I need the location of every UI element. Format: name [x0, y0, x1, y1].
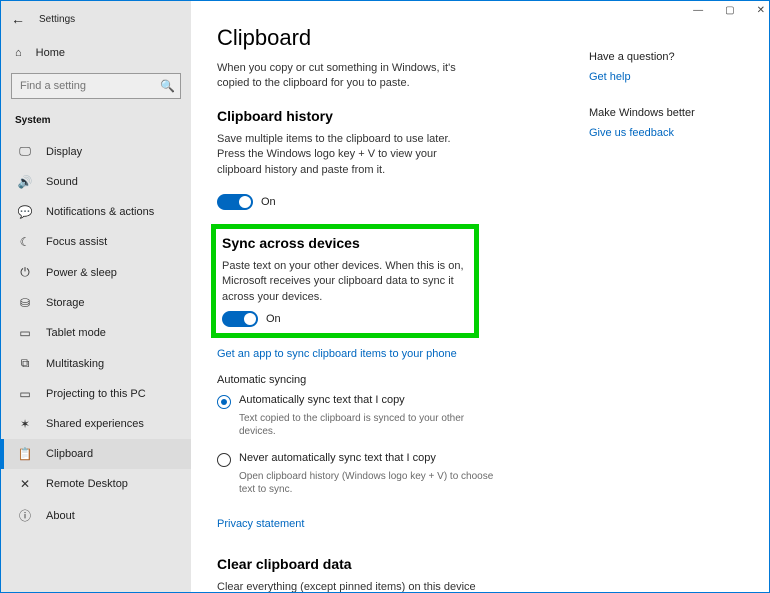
nav-icon: ⛁: [18, 296, 32, 310]
sync-app-link[interactable]: Get an app to sync clipboard items to yo…: [217, 348, 457, 360]
sidebar-item-about[interactable]: ⓘ About: [1, 499, 191, 532]
sidebar-item-label: Notifications & actions: [46, 206, 154, 218]
home-label: Home: [36, 47, 65, 59]
feedback-link[interactable]: Give us feedback: [589, 127, 759, 139]
sidebar-item-notifications-actions[interactable]: 💬 Notifications & actions: [1, 197, 191, 227]
nav-icon: 💬: [18, 205, 32, 219]
sync-desc: Paste text on your other devices. When t…: [222, 259, 468, 305]
nav-icon: ✶: [18, 417, 32, 431]
search-input[interactable]: [11, 73, 181, 99]
search-box[interactable]: 🔍: [11, 73, 181, 99]
aside: Have a question? Get help Make Windows b…: [589, 1, 769, 592]
sidebar-item-label: Display: [46, 146, 82, 158]
nav-icon: ✕: [18, 477, 32, 491]
sidebar-item-clipboard[interactable]: 📋 Clipboard: [1, 439, 191, 469]
sidebar-item-label: Power & sleep: [46, 267, 117, 279]
history-desc: Save multiple items to the clipboard to …: [217, 132, 477, 178]
sidebar-item-projecting-to-this-pc[interactable]: ▭ Projecting to this PC: [1, 379, 191, 409]
radio-never-sub: Open clipboard history (Windows logo key…: [239, 470, 499, 496]
sidebar-item-label: Tablet mode: [46, 327, 106, 339]
sidebar-item-multitasking[interactable]: ⧉ Multitasking: [1, 348, 191, 379]
section-label: System: [1, 109, 191, 136]
close-button[interactable]: ✕: [757, 5, 765, 16]
home-nav[interactable]: ⌂ Home: [1, 37, 191, 69]
nav-icon: 🔊: [18, 175, 32, 189]
sync-toggle-label: On: [266, 313, 281, 325]
sync-heading: Sync across devices: [222, 235, 468, 251]
history-toggle-label: On: [261, 196, 276, 208]
sidebar-item-label: Storage: [46, 297, 85, 309]
sidebar-item-shared-experiences[interactable]: ✶ Shared experiences: [1, 409, 191, 439]
sidebar-item-label: Shared experiences: [46, 418, 144, 430]
sidebar-item-label: Clipboard: [46, 448, 93, 460]
sidebar-item-label: About: [46, 510, 75, 522]
main-content: Clipboard When you copy or cut something…: [191, 1, 589, 592]
sidebar-item-tablet-mode[interactable]: ▭ Tablet mode: [1, 318, 191, 348]
radio-auto-sync[interactable]: Automatically sync text that I copy: [217, 394, 569, 409]
sidebar-item-remote-desktop[interactable]: ✕ Remote Desktop: [1, 469, 191, 499]
history-toggle[interactable]: [217, 194, 253, 210]
radio-never-sync[interactable]: Never automatically sync text that I cop…: [217, 452, 569, 467]
sidebar-item-display[interactable]: 🖵 Display: [1, 136, 191, 167]
clear-heading: Clear clipboard data: [217, 556, 569, 572]
radio-bullet-icon: [217, 453, 231, 467]
get-help-link[interactable]: Get help: [589, 71, 759, 83]
better-heading: Make Windows better: [589, 107, 759, 119]
history-heading: Clipboard history: [217, 108, 569, 124]
sidebar-item-power-sleep[interactable]: ⏻ Power & sleep: [1, 257, 191, 288]
radio-auto-label: Automatically sync text that I copy: [239, 394, 405, 406]
back-button[interactable]: ←: [11, 11, 25, 27]
sidebar-item-storage[interactable]: ⛁ Storage: [1, 288, 191, 318]
radio-never-label: Never automatically sync text that I cop…: [239, 452, 436, 464]
sidebar: ← Settings ⌂ Home 🔍 System 🖵 Display 🔊 Soun…: [1, 1, 191, 592]
nav-icon: 🖵: [18, 144, 32, 159]
sidebar-item-label: Focus assist: [46, 236, 107, 248]
search-icon: 🔍: [160, 79, 175, 93]
radio-bullet-icon: [217, 395, 231, 409]
nav-icon: ⓘ: [18, 507, 32, 524]
privacy-link[interactable]: Privacy statement: [217, 518, 304, 530]
nav-icon: ▭: [18, 387, 32, 401]
window-title: Settings: [39, 14, 75, 25]
autosync-heading: Automatic syncing: [217, 374, 569, 386]
sidebar-item-label: Projecting to this PC: [46, 388, 146, 400]
sidebar-item-label: Sound: [46, 176, 78, 188]
maximize-button[interactable]: ▢: [725, 5, 734, 16]
sync-highlight: Sync across devices Paste text on your o…: [211, 224, 479, 338]
nav-icon: ▭: [18, 326, 32, 340]
minimize-button[interactable]: —: [693, 5, 703, 16]
sync-toggle[interactable]: [222, 311, 258, 327]
home-icon: ⌂: [15, 47, 22, 59]
nav-icon: 📋: [18, 447, 32, 461]
nav-icon: ☾: [18, 235, 32, 249]
question-heading: Have a question?: [589, 51, 759, 63]
nav-icon: ⏻: [18, 265, 32, 280]
nav-icon: ⧉: [18, 356, 32, 371]
sidebar-item-sound[interactable]: 🔊 Sound: [1, 167, 191, 197]
page-title: Clipboard: [217, 25, 569, 51]
radio-auto-sub: Text copied to the clipboard is synced t…: [239, 412, 499, 438]
clear-desc: Clear everything (except pinned items) o…: [217, 580, 477, 592]
sidebar-item-focus-assist[interactable]: ☾ Focus assist: [1, 227, 191, 257]
sidebar-item-label: Multitasking: [46, 358, 104, 370]
sidebar-item-label: Remote Desktop: [46, 478, 128, 490]
page-intro: When you copy or cut something in Window…: [217, 61, 477, 92]
